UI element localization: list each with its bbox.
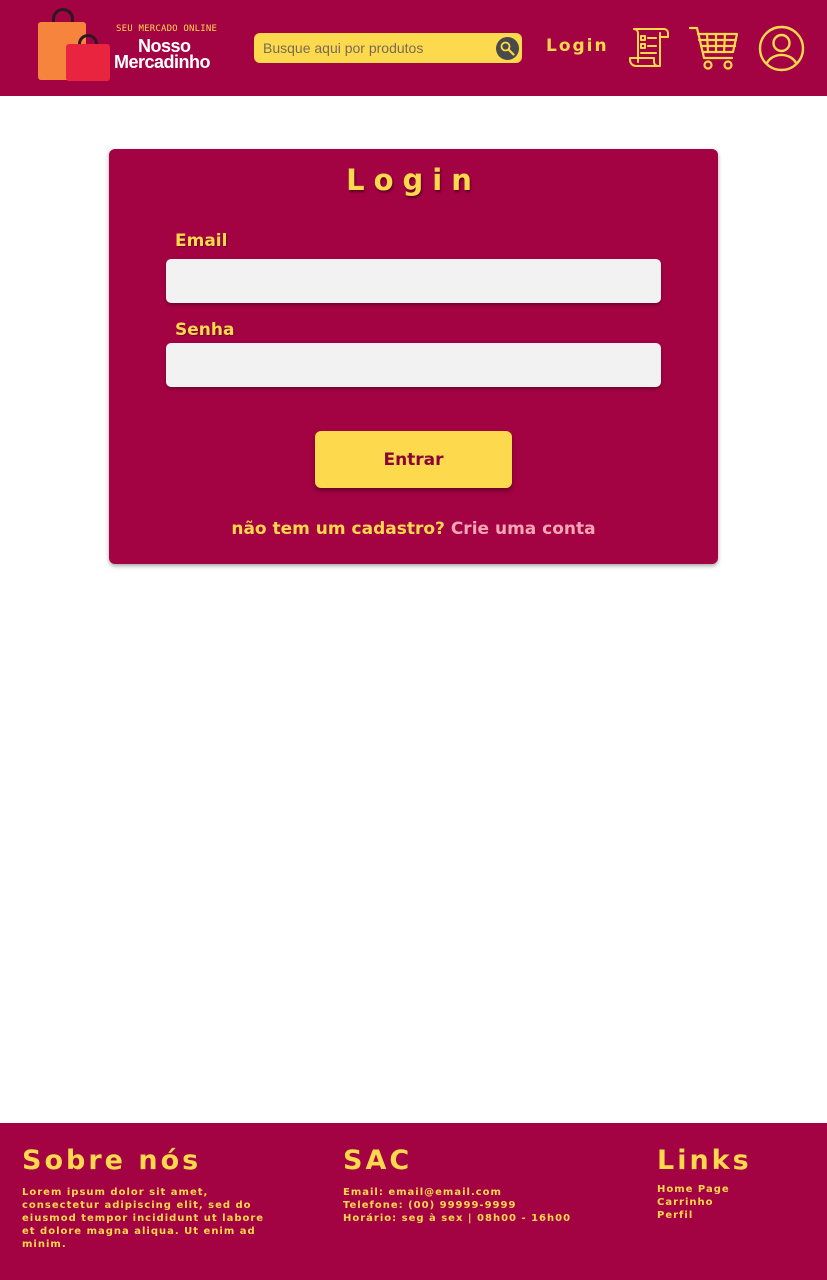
footer-about-title: Sobre nós: [22, 1145, 202, 1176]
create-account-link[interactable]: Crie uma conta: [451, 519, 596, 539]
footer-sac-email: Email: email@email.com: [343, 1187, 502, 1198]
brand-tagline: SEU MERCADO ONLINE: [116, 24, 218, 34]
footer-sac-phone: Telefone: (00) 99999-9999: [343, 1200, 517, 1211]
email-label: Email: [175, 231, 228, 251]
cart-button[interactable]: [688, 24, 740, 76]
search-input[interactable]: [254, 33, 494, 63]
brand-name-line2: Mercadinho: [114, 52, 211, 72]
header-login-link[interactable]: Login: [546, 36, 609, 56]
password-label: Senha: [175, 320, 235, 340]
cart-icon: [688, 26, 739, 70]
signup-question: não tem um cadastro?: [231, 519, 445, 539]
login-card: Login Email Senha Entrar não tem um cada…: [109, 149, 718, 564]
shopping-bag-front-icon: [66, 44, 110, 81]
submit-button[interactable]: Entrar: [315, 431, 512, 488]
brand-logo[interactable]: SEU MERCADO ONLINE Nosso Mercadinho: [36, 6, 218, 84]
search-icon: [500, 41, 515, 56]
signup-prompt: não tem um cadastro? Crie uma conta: [109, 519, 718, 539]
footer-links-list: Home Page Carrinho Perfil: [657, 1183, 817, 1222]
profile-button[interactable]: [758, 25, 805, 76]
footer-sac-title: SAC: [343, 1145, 413, 1176]
profile-icon: [758, 25, 805, 72]
password-field[interactable]: [166, 343, 661, 387]
search-button[interactable]: [496, 37, 519, 60]
email-field[interactable]: [166, 259, 661, 303]
footer-sac-hours: Horário: seg à sex | 08h00 - 16h00: [343, 1213, 572, 1224]
footer-about: Sobre nós Lorem ipsum dolor sit amet, co…: [22, 1143, 272, 1251]
footer-about-text: Lorem ipsum dolor sit amet, consectetur …: [22, 1187, 265, 1250]
search-bar: [254, 33, 522, 63]
site-header: SEU MERCADO ONLINE Nosso Mercadinho Logi…: [0, 0, 827, 96]
footer-link-home[interactable]: Home Page: [657, 1184, 730, 1195]
footer-link-profile[interactable]: Perfil: [657, 1210, 693, 1221]
footer-links: Links Home Page Carrinho Perfil: [657, 1143, 817, 1222]
footer-sac: SAC Email: email@email.com Telefone: (00…: [343, 1143, 643, 1225]
site-footer: Sobre nós Lorem ipsum dolor sit amet, co…: [0, 1123, 827, 1280]
footer-links-title: Links: [657, 1145, 752, 1176]
footer-link-cart[interactable]: Carrinho: [657, 1197, 714, 1208]
orders-button[interactable]: [626, 26, 670, 74]
login-title: Login: [346, 163, 481, 197]
orders-icon: [629, 28, 669, 67]
